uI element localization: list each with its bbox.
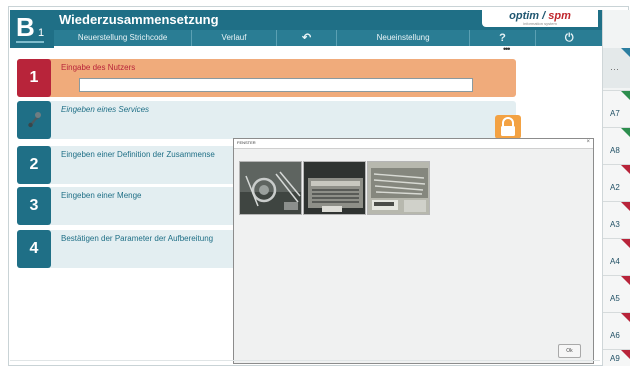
step-number: 3 [17,187,51,225]
sidebar-tab-a7[interactable]: A7 [603,90,630,127]
lock-icon [501,117,515,136]
instrument-tray-photo [240,162,301,214]
brand-logo: optim / spm information system [482,10,598,27]
logo-underline [16,41,44,43]
menu-reset[interactable]: Neueinstellung [337,30,470,46]
menu-bar: Neuerstellung Strichcode Verlauf ↶ Neuei… [54,30,602,46]
sidebar-tab-a6[interactable]: A6 [603,312,630,349]
flag-icon [621,350,630,359]
popup-title: FENSTER [237,140,256,145]
more-options-icon[interactable]: ••• [503,44,511,54]
flag-icon [621,91,630,100]
step-service: Eingeben eines Services [17,101,521,139]
sidebar-tab-a2[interactable]: A2 [603,164,630,201]
surgical-set-photo [368,162,429,214]
step-number: 2 [17,146,51,184]
tab-label: A9 [610,354,620,363]
flag-icon [621,276,630,285]
sidebar: ··· A7 A8 A2 A3 A4 A5 A6 A9 [602,10,630,366]
undo-icon[interactable]: ↶ [277,30,338,46]
step-number-icon [17,101,51,139]
step-user-input: 1 Eingabe des Nutzers [17,59,516,97]
title-bar: Wiederzusammensetzung optim / spm inform… [54,10,602,30]
step-label: Eingeben eines Services [61,105,150,114]
menu-history[interactable]: Verlauf [192,30,277,46]
sidebar-more[interactable]: ··· [603,48,630,88]
tab-label: A2 [610,183,620,192]
page-title: Wiederzusammensetzung [59,12,219,27]
power-icon[interactable]: ⏻ [536,30,602,46]
ok-button[interactable]: Ok [558,344,581,358]
tab-label: A6 [610,331,620,340]
logo-letter: B [16,12,35,42]
flag-icon [621,313,630,322]
sidebar-tab-a8[interactable]: A8 [603,127,630,164]
step-label: Eingeben einer Definition der Zusammense [61,150,215,159]
close-icon[interactable]: × [586,139,590,145]
step-label: Eingeben einer Menge [61,191,142,200]
sidebar-tab-a5[interactable]: A5 [603,275,630,312]
flag-icon [621,165,630,174]
image-popup: FENSTER × Ok [233,138,594,364]
wrench-icon [28,112,41,128]
popup-title-bar[interactable]: FENSTER × [234,139,593,149]
tab-label: A7 [610,109,620,118]
sidebar-more-icon: ··· [610,64,619,74]
instrument-box-photo [304,162,365,214]
lock-button[interactable] [495,115,521,139]
tab-label: A8 [610,146,620,155]
instrument-tray-image[interactable] [239,161,302,215]
logo-index: 1 [38,27,45,39]
bottom-divider [10,360,600,361]
tab-label: A5 [610,294,620,303]
flag-icon [621,202,630,211]
brand-tagline: information system [523,21,557,26]
module-logo: B 1 [10,10,54,48]
menu-new-barcode[interactable]: Neuerstellung Strichcode [54,30,193,46]
sidebar-tab-a4[interactable]: A4 [603,238,630,275]
surgical-set-image[interactable] [367,161,430,215]
tab-label: A3 [610,220,620,229]
step-number: 1 [17,59,51,97]
step-label: Eingabe des Nutzers [61,63,136,72]
step-label: Bestätigen der Parameter der Aufbereitun… [61,234,214,243]
sidebar-tab-a9[interactable]: A9 [603,349,630,366]
step-number: 4 [17,230,51,268]
flag-icon [621,239,630,248]
sidebar-tab-a3[interactable]: A3 [603,201,630,238]
flag-icon [621,48,630,57]
tab-label: A4 [610,257,620,266]
instrument-box-image[interactable] [303,161,366,215]
flag-icon [621,128,630,137]
user-input-field[interactable] [79,78,473,92]
